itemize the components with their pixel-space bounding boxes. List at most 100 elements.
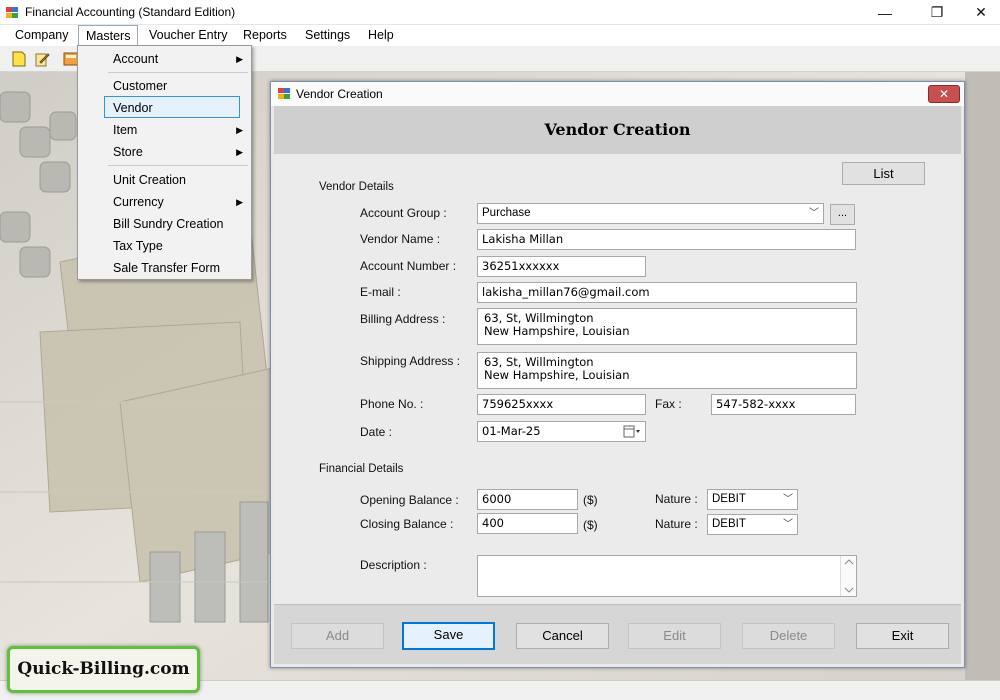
chevron-down-icon: ﹀ [783, 519, 793, 530]
closing-balance-unit: ($) [583, 518, 598, 532]
dialog-button-bar: Add Save Cancel Edit Delete Exit [274, 604, 961, 664]
menu-item-currency[interactable]: Currency ▶ [78, 191, 251, 213]
minimize-button[interactable]: — [862, 0, 908, 25]
scroll-arrows-icon [844, 559, 854, 593]
menu-item-label: Bill Sundry Creation [113, 217, 224, 231]
menu-item-account[interactable]: Account ▶ [78, 48, 251, 70]
menu-item-store[interactable]: Store ▶ [78, 141, 251, 163]
shipping-address-label: Shipping Address : [360, 354, 461, 368]
description-textarea[interactable] [477, 555, 857, 597]
email-label: E-mail : [360, 285, 401, 299]
menu-item-tax-type[interactable]: Tax Type [78, 235, 251, 257]
date-picker[interactable]: 01-Mar-25 [477, 421, 646, 442]
fax-label: Fax : [655, 397, 682, 411]
edit-button[interactable]: Edit [628, 623, 721, 649]
vendor-name-input[interactable]: Lakisha Millan [477, 229, 856, 250]
billing-address-label: Billing Address : [360, 312, 446, 326]
menu-settings[interactable]: Settings [298, 25, 357, 46]
phone-input[interactable]: 759625xxxx [477, 394, 646, 415]
menu-help[interactable]: Help [361, 25, 401, 46]
email-input[interactable]: lakisha_millan76@gmail.com [477, 282, 857, 303]
menu-item-unit-creation[interactable]: Unit Creation [78, 169, 251, 191]
menu-item-bill-sundry-creation[interactable]: Bill Sundry Creation [78, 213, 251, 235]
account-group-browse-button[interactable]: ... [830, 204, 855, 225]
dialog-app-icon [278, 88, 290, 99]
menu-item-label: Item [113, 123, 138, 137]
menu-item-label: Account [113, 52, 159, 66]
submenu-arrow-icon: ▶ [236, 125, 243, 135]
shipping-address-textarea[interactable]: 63, St, Willmington New Hampshire, Louis… [477, 352, 857, 389]
account-number-input[interactable]: 36251xxxxxx [477, 256, 646, 277]
add-button[interactable]: Add [291, 623, 384, 649]
menu-voucher-entry[interactable]: Voucher Entry [142, 25, 235, 46]
menu-separator [108, 72, 248, 73]
closing-nature-select[interactable]: DEBIT ﹀ [707, 514, 798, 535]
closing-balance-label: Closing Balance : [360, 517, 454, 531]
opening-nature-select[interactable]: DEBIT ﹀ [707, 489, 798, 510]
restore-button[interactable]: ❐ [914, 0, 960, 25]
opening-balance-unit: ($) [583, 493, 598, 507]
menu-item-label: Vendor [113, 101, 153, 115]
dialog-title: Vendor Creation [296, 87, 383, 101]
menu-item-label: Currency [113, 195, 164, 209]
menu-item-label: Unit Creation [113, 173, 186, 187]
menu-reports[interactable]: Reports [236, 25, 294, 46]
exit-button[interactable]: Exit [856, 623, 949, 649]
submenu-arrow-icon: ▶ [236, 54, 243, 64]
fax-input[interactable]: 547-582-xxxx [711, 394, 856, 415]
menu-item-label: Store [113, 145, 143, 159]
vendor-name-label: Vendor Name : [360, 232, 441, 246]
description-scrollbar[interactable] [840, 556, 856, 596]
close-button[interactable]: ✕ [958, 0, 1000, 25]
dialog-body: List Vendor Details Account Group : Purc… [274, 154, 961, 604]
menu-item-label: Customer [113, 79, 168, 93]
account-number-label: Account Number : [360, 259, 457, 273]
dialog-title-bar: Vendor Creation ✕ [271, 82, 964, 106]
vendor-details-label: Vendor Details [319, 181, 394, 193]
list-button[interactable]: List [842, 162, 925, 185]
opening-balance-input[interactable]: 6000 [477, 489, 578, 510]
submenu-arrow-icon: ▶ [236, 197, 243, 207]
menu-item-customer[interactable]: Customer [78, 75, 251, 97]
quick-billing-logo: Quick-Billing.com [7, 646, 200, 693]
menu-item-label: Sale Transfer Form [113, 261, 220, 275]
masters-dropdown-menu: Account ▶ Customer Vendor Item ▶ Store ▶… [77, 45, 252, 280]
new-icon[interactable] [11, 51, 27, 67]
chevron-down-icon: ﹀ [809, 208, 819, 219]
dialog-header: Vendor Creation [274, 106, 961, 154]
calendar-icon[interactable] [623, 425, 641, 438]
submenu-arrow-icon: ▶ [236, 147, 243, 157]
closing-balance-input[interactable]: 400 [477, 513, 578, 534]
account-group-value: Purchase [482, 207, 531, 219]
cancel-button[interactable]: Cancel [516, 623, 609, 649]
account-group-select[interactable]: Purchase ﹀ [477, 203, 824, 224]
vendor-creation-dialog: Vendor Creation ✕ Vendor Creation List V… [270, 81, 965, 668]
date-label: Date : [360, 425, 393, 439]
date-value: 01-Mar-25 [482, 424, 541, 438]
save-button[interactable]: Save [402, 622, 495, 650]
menu-masters[interactable]: Masters [78, 25, 139, 46]
description-label: Description : [360, 558, 427, 572]
menu-item-sale-transfer-form[interactable]: Sale Transfer Form [78, 257, 251, 279]
phone-label: Phone No. : [360, 397, 424, 411]
financial-details-label: Financial Details [319, 463, 404, 475]
dialog-close-button[interactable]: ✕ [928, 85, 960, 103]
title-bar: Financial Accounting (Standard Edition) … [0, 0, 1000, 25]
edit-icon[interactable] [34, 51, 50, 67]
menu-item-label: Tax Type [113, 239, 163, 253]
billing-address-textarea[interactable]: 63, St, Willmington New Hampshire, Louis… [477, 308, 857, 345]
menu-item-vendor[interactable]: Vendor [104, 96, 240, 118]
menu-bar: Company Masters Voucher Entry Reports Se… [0, 25, 1000, 46]
closing-nature-label: Nature : [655, 517, 698, 531]
menu-item-item[interactable]: Item ▶ [78, 119, 251, 141]
delete-button[interactable]: Delete [742, 623, 835, 649]
opening-nature-label: Nature : [655, 492, 698, 506]
dialog-heading: Vendor Creation [544, 120, 691, 139]
closing-nature-value: DEBIT [712, 518, 746, 530]
menu-separator [108, 165, 248, 166]
opening-nature-value: DEBIT [712, 493, 746, 505]
app-icon [6, 7, 18, 18]
chevron-down-icon: ﹀ [783, 494, 793, 505]
menu-company[interactable]: Company [8, 25, 76, 46]
account-group-label: Account Group : [360, 206, 447, 220]
